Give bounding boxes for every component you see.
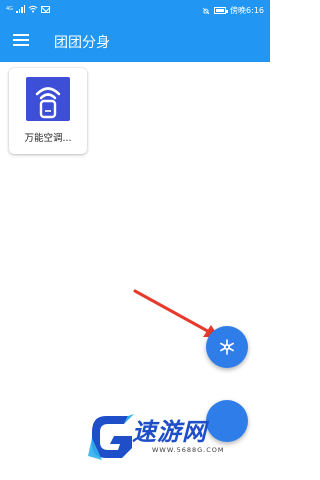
status-time: 傍晚6:16 <box>230 6 264 15</box>
app-label: 万能空调... <box>24 133 72 144</box>
snowflake-settings-icon <box>220 339 234 355</box>
app-bar: 团团分身 <box>0 20 270 62</box>
watermark-brand: 速游网 <box>132 418 207 446</box>
wifi-remote-icon <box>26 77 70 121</box>
status-bar: 4G 傍晚6:16 <box>0 0 270 20</box>
page-title: 团团分身 <box>54 35 110 51</box>
watermark-url: WWW.5688G.COM <box>152 446 225 454</box>
wifi-icon <box>28 5 38 13</box>
watermark-logo-icon <box>88 414 134 460</box>
mute-bell-icon <box>202 7 210 14</box>
status-right: 傍晚6:16 <box>202 5 264 16</box>
menu-icon[interactable] <box>13 34 29 46</box>
battery-icon <box>214 7 229 14</box>
signal-icon <box>16 5 26 13</box>
screen: 4G 傍晚6:16 团团分身 万能空调... 速游网 WWW.5688G.COM <box>0 0 270 480</box>
mail-icon <box>41 5 51 13</box>
status-left: 4G <box>6 5 51 13</box>
fab-main-button[interactable] <box>206 326 248 368</box>
watermark: 速游网 WWW.5688G.COM <box>88 408 258 470</box>
app-card[interactable]: 万能空调... <box>9 68 87 154</box>
signal-label: 4G <box>6 6 14 12</box>
